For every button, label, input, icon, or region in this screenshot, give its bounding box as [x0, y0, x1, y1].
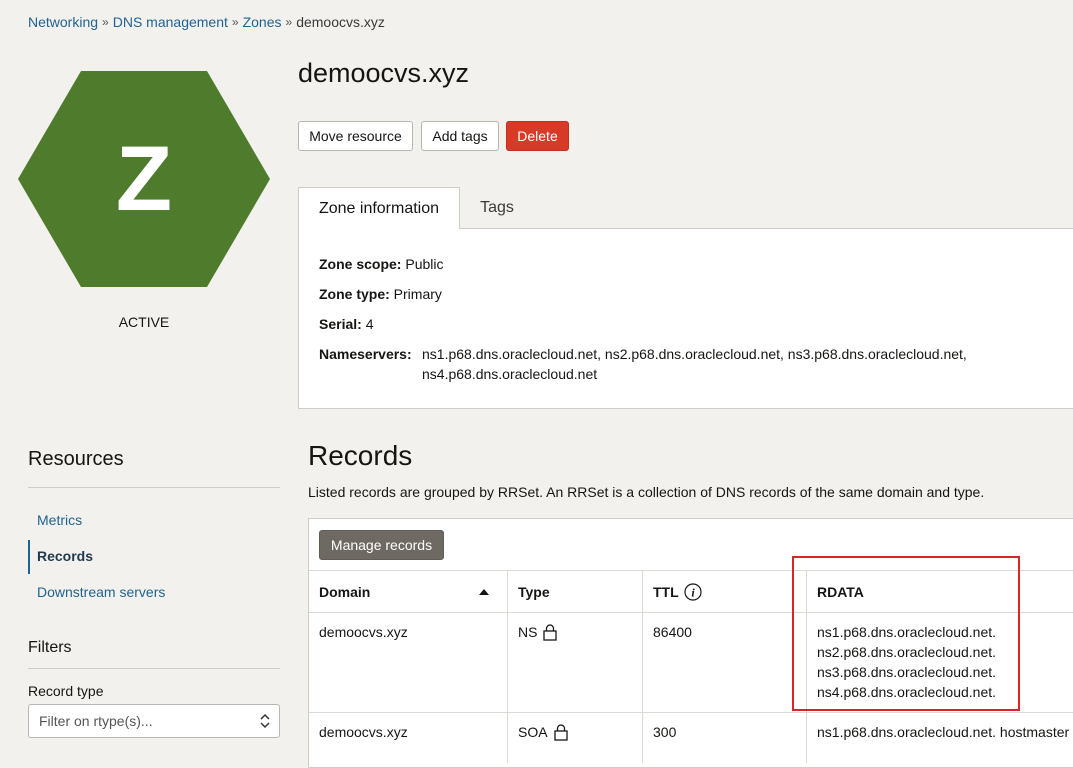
records-description: Listed records are grouped by RRSet. An …: [308, 484, 985, 500]
sort-ascending-icon[interactable]: [479, 589, 489, 595]
add-tags-button[interactable]: Add tags: [421, 121, 499, 151]
nameservers-value-line1: ns1.p68.dns.oraclecloud.net, ns2.p68.dns…: [422, 346, 967, 362]
records-table-panel: Manage records Domain Type TTL i RDATA d…: [308, 518, 1073, 768]
breadcrumb-separator-icon: »: [102, 15, 109, 29]
cell-type: SOA: [518, 722, 568, 742]
record-type-placeholder: Filter on rtype(s)...: [39, 713, 153, 729]
lock-icon: [553, 723, 568, 741]
resources-divider: [28, 487, 280, 488]
column-header-ttl-label: TTL: [653, 583, 679, 600]
cell-type-value: SOA: [518, 724, 548, 740]
rdata-line: ns4.p68.dns.oraclecloud.net.: [817, 684, 997, 700]
cell-rdata: ns1.p68.dns.oraclecloud.net. ns2.p68.dns…: [817, 622, 996, 702]
lock-icon: [543, 623, 558, 641]
tab-tags[interactable]: Tags: [462, 187, 532, 229]
page-title: demoocvs.xyz: [298, 58, 470, 88]
filters-title: Filters: [28, 639, 72, 656]
zone-hexagon-icon: Z: [18, 71, 270, 287]
zone-scope-label: Zone scope:: [319, 256, 402, 272]
column-header-type-label: Type: [518, 583, 550, 600]
table-row: demoocvs.xyz NS 86400 ns1.p68.dns.oracle…: [309, 613, 1073, 712]
rdata-line: ns1.p68.dns.oraclecloud.net.: [817, 624, 997, 640]
record-type-select[interactable]: Filter on rtype(s)...: [28, 704, 280, 738]
table-row: demoocvs.xyz SOA 300 ns1.p68.dns.oraclec…: [309, 713, 1073, 763]
column-header-rdata-label: RDATA: [817, 583, 864, 600]
cell-ttl: 86400: [653, 624, 692, 640]
cell-type-value: NS: [518, 624, 538, 640]
select-chevron-icon: [260, 713, 270, 729]
column-divider: [806, 713, 807, 763]
breadcrumb-current: demoocvs.xyz: [296, 14, 385, 30]
column-divider: [507, 613, 508, 712]
zone-icon-letter: Z: [116, 128, 172, 230]
delete-button[interactable]: Delete: [506, 121, 569, 151]
column-header-type[interactable]: Type: [518, 571, 638, 612]
nameservers-value-line2: ns4.p68.dns.oraclecloud.net: [422, 366, 598, 382]
breadcrumb-separator-icon: »: [231, 15, 239, 29]
column-divider: [806, 613, 807, 712]
zone-type-row: Zone type: Primary: [319, 284, 442, 304]
serial-label: Serial:: [319, 316, 362, 332]
move-resource-button[interactable]: Move resource: [298, 121, 413, 151]
zone-scope-value: Public: [405, 256, 444, 272]
record-type-label: Record type: [28, 683, 104, 699]
resources-item-metrics[interactable]: Metrics: [37, 512, 82, 528]
cell-ttl: 300: [653, 724, 677, 740]
svg-text:i: i: [691, 585, 695, 599]
nameservers-row: Nameservers:: [319, 344, 412, 364]
zone-type-label: Zone type:: [319, 286, 390, 302]
breadcrumb-networking[interactable]: Networking: [28, 14, 98, 30]
resources-item-records[interactable]: Records: [37, 548, 93, 564]
zone-type-value: Primary: [393, 286, 442, 302]
records-title: Records: [308, 440, 413, 471]
info-icon[interactable]: i: [684, 582, 702, 601]
tab-zone-information[interactable]: Zone information: [298, 187, 460, 229]
column-divider: [507, 571, 508, 612]
column-header-domain-label: Domain: [319, 583, 371, 600]
resources-title: Resources: [28, 448, 124, 470]
rdata-line: ns3.p68.dns.oraclecloud.net.: [817, 664, 997, 680]
nameservers-label: Nameservers:: [319, 346, 412, 362]
manage-records-button[interactable]: Manage records: [319, 530, 444, 560]
column-divider: [642, 613, 643, 712]
column-divider: [507, 713, 508, 763]
filters-divider: [28, 668, 280, 669]
breadcrumb: Networking » DNS management » Zones » de…: [28, 14, 385, 30]
column-divider: [642, 571, 643, 612]
column-divider: [806, 571, 807, 612]
column-header-rdata[interactable]: RDATA: [817, 571, 1017, 612]
zone-scope-row: Zone scope: Public: [319, 254, 444, 274]
column-divider: [642, 713, 643, 763]
column-header-ttl[interactable]: TTL i: [653, 571, 793, 612]
cell-type: NS: [518, 622, 558, 642]
zone-status: ACTIVE: [118, 314, 170, 330]
serial-value: 4: [365, 316, 374, 332]
breadcrumb-dns-management[interactable]: DNS management: [113, 14, 228, 30]
rdata-line: ns2.p68.dns.oraclecloud.net.: [817, 644, 997, 660]
breadcrumb-zones[interactable]: Zones: [243, 14, 282, 30]
resources-item-downstream-servers[interactable]: Downstream servers: [37, 584, 165, 600]
cell-domain: demoocvs.xyz: [319, 724, 408, 740]
column-header-domain[interactable]: Domain: [319, 571, 497, 612]
serial-row: Serial: 4: [319, 314, 374, 334]
zone-information-panel: Zone scope: Public Zone type: Primary Se…: [298, 228, 1073, 409]
resources-active-indicator: [28, 540, 30, 574]
cell-rdata: ns1.p68.dns.oraclecloud.net. hostmaster: [817, 724, 1070, 740]
cell-domain: demoocvs.xyz: [319, 624, 408, 640]
breadcrumb-separator-icon: »: [285, 15, 293, 29]
